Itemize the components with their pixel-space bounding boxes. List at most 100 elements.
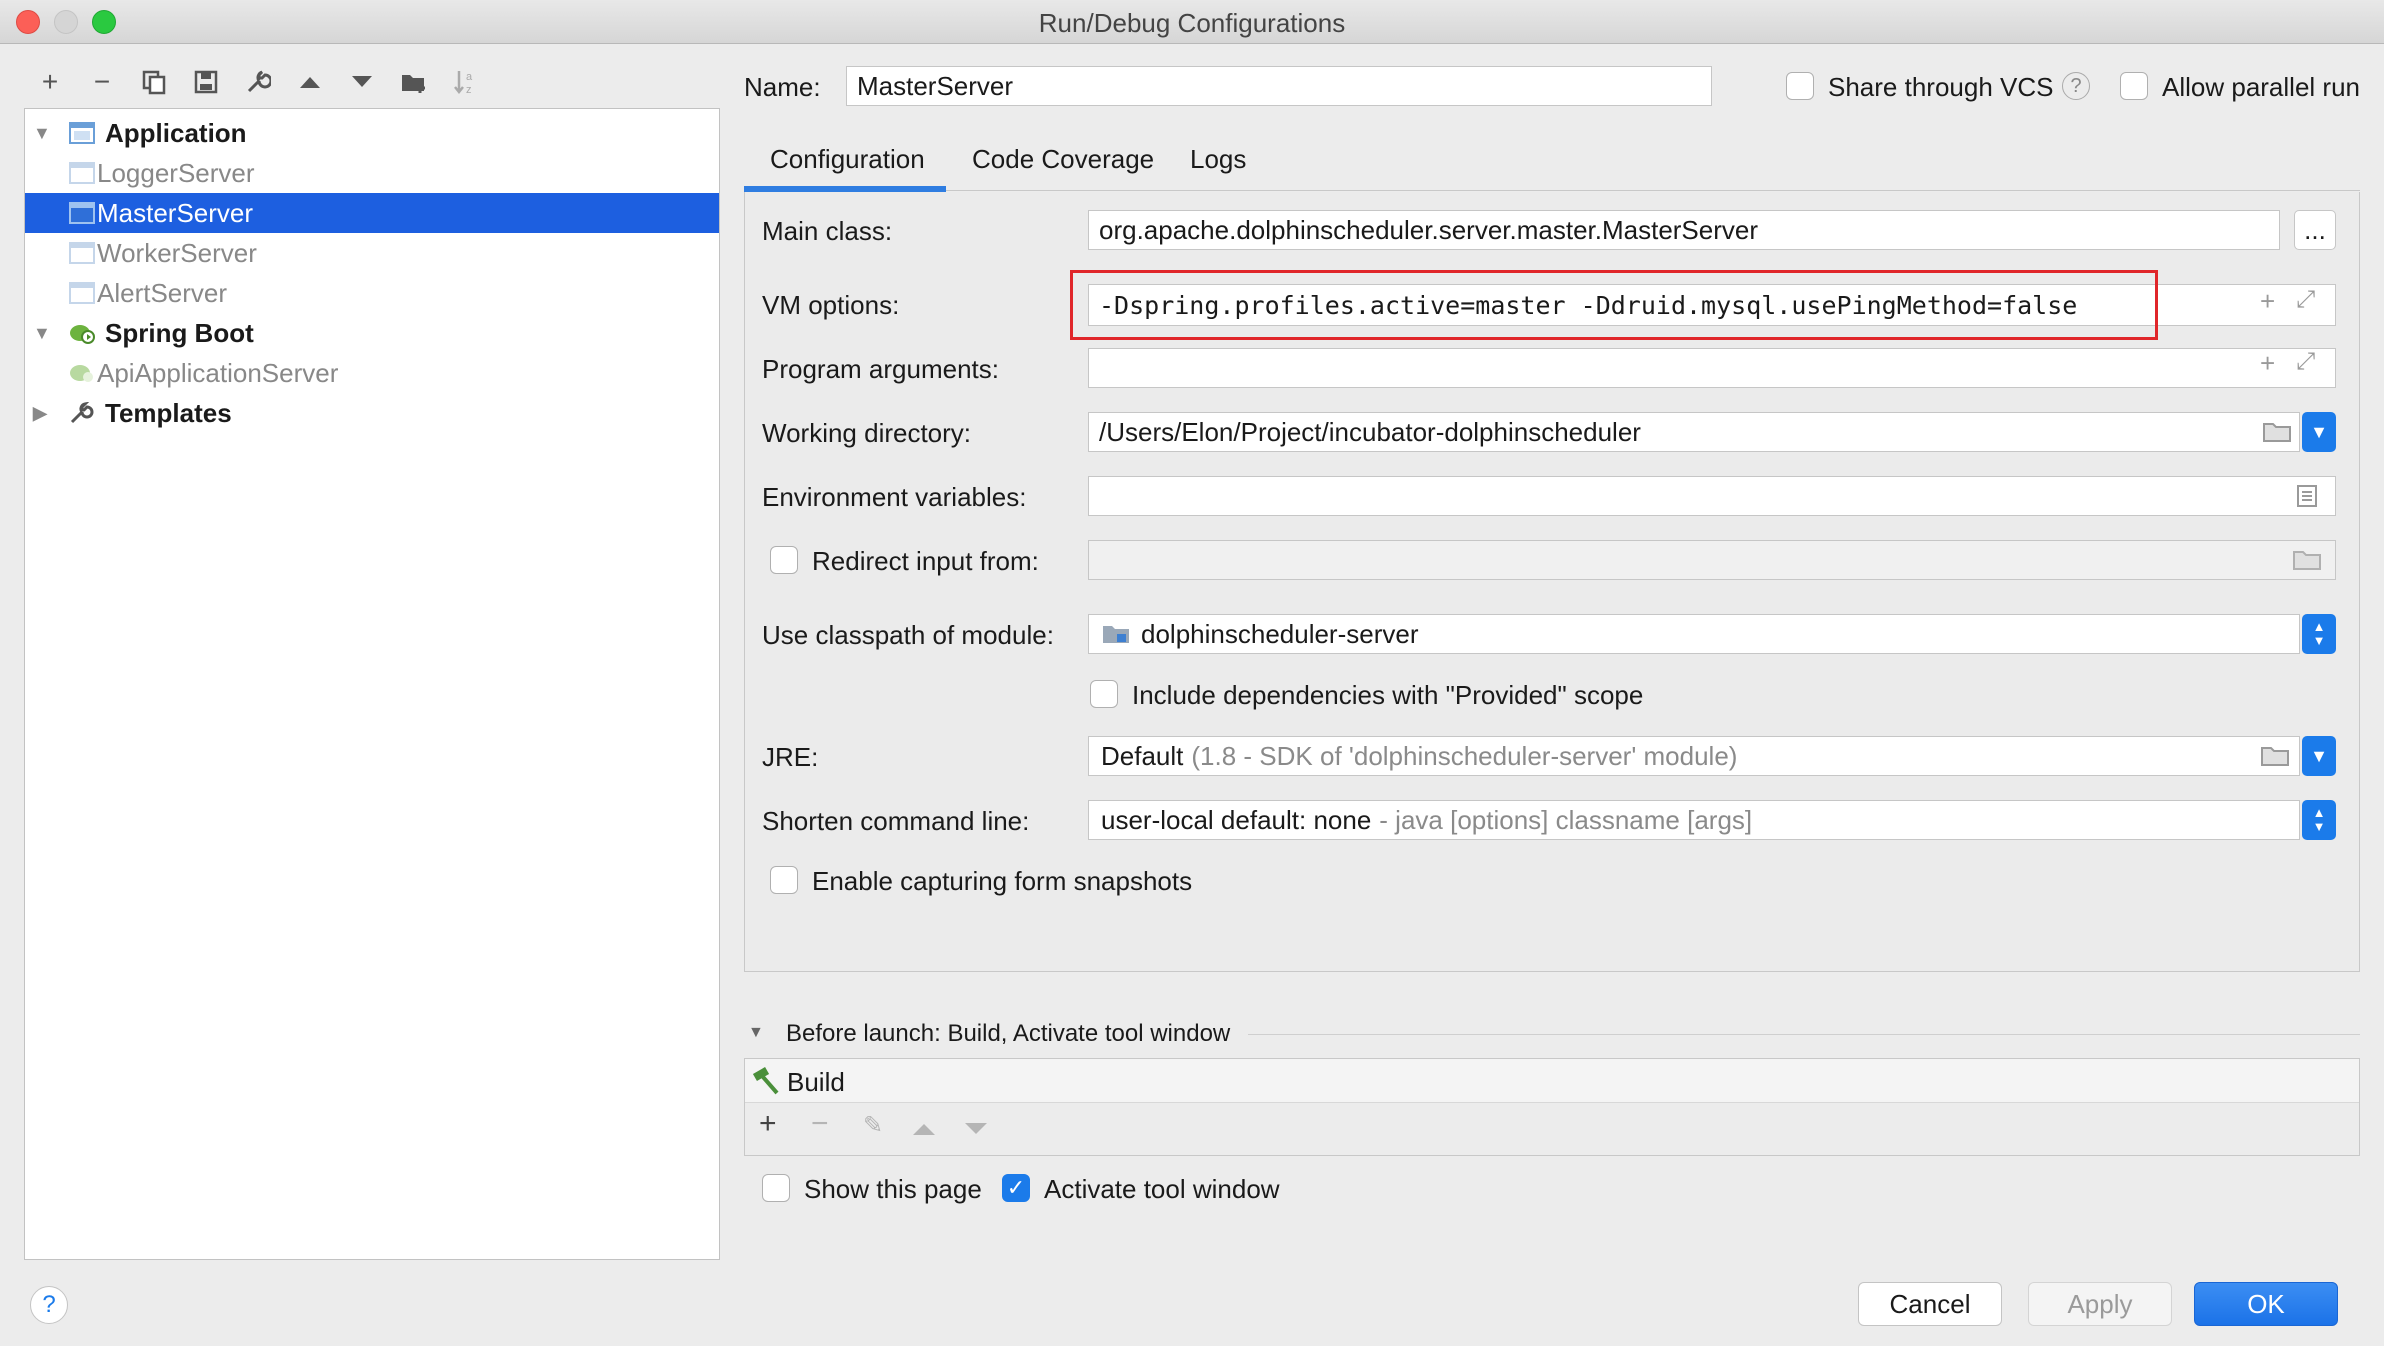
snapshots-checkbox[interactable]: [770, 866, 798, 894]
hammer-icon: [752, 1067, 779, 1095]
program-args-label: Program arguments:: [762, 354, 999, 384]
collapse-arrow-icon[interactable]: ▼: [748, 1024, 764, 1042]
main-class-value: org.apache.dolphinscheduler.server.maste…: [1099, 214, 1759, 245]
classpath-value: dolphinscheduler-server: [1141, 618, 1419, 649]
tab-configuration[interactable]: Configuration: [770, 144, 925, 175]
add-configuration-button[interactable]: +: [32, 64, 68, 100]
edit-templates-button[interactable]: [240, 64, 276, 100]
application-icon: [69, 202, 95, 224]
shorten-select[interactable]: user-local default: none - java [options…: [1088, 800, 2300, 840]
include-deps-label: Include dependencies with "Provided" sco…: [1132, 680, 1644, 710]
chevron-updown-icon: ▲ ▼: [2312, 619, 2326, 648]
share-vcs-checkbox[interactable]: [1786, 72, 1814, 100]
save-configuration-button[interactable]: [188, 64, 224, 100]
spring-boot-icon: [70, 325, 95, 344]
plus-icon[interactable]: +: [759, 1107, 777, 1141]
move-down-button[interactable]: [344, 64, 380, 100]
triangle-up-icon[interactable]: [911, 1119, 937, 1139]
pencil-icon[interactable]: ✎: [863, 1111, 883, 1140]
sort-alpha-icon: az: [454, 71, 473, 96]
allow-parallel-label: Allow parallel run: [2162, 72, 2360, 102]
chevron-down-icon: ▼: [2310, 745, 2328, 766]
folder-icon[interactable]: [2260, 744, 2290, 768]
working-dir-value: /Users/Elon/Project/incubator-dolphinsch…: [1099, 416, 1641, 447]
tree-group-templates[interactable]: ▶ Templates: [25, 393, 719, 433]
chevron-updown-icon: ▲ ▼: [2312, 805, 2326, 834]
ok-button[interactable]: OK: [2194, 1282, 2338, 1326]
activate-tool-window-checkbox[interactable]: ✓: [1002, 1174, 1030, 1202]
expand-arrow-icon[interactable]: ▼: [33, 123, 51, 144]
new-folder-button[interactable]: [396, 64, 432, 100]
collapse-arrow-icon[interactable]: ▶: [33, 403, 47, 424]
classpath-select[interactable]: dolphinscheduler-server: [1088, 614, 2300, 654]
plus-icon: +: [41, 66, 59, 97]
jre-dropdown[interactable]: ▼: [2302, 736, 2336, 776]
tree-item-alertserver[interactable]: AlertServer: [25, 273, 719, 313]
spring-boot-icon: [70, 365, 93, 382]
main-class-input[interactable]: org.apache.dolphinscheduler.server.maste…: [1088, 210, 2280, 250]
list-item-label: Build: [787, 1067, 845, 1097]
expand-arrow-icon[interactable]: ▼: [33, 323, 51, 344]
window-title: Run/Debug Configurations: [1038, 8, 1346, 38]
name-input[interactable]: MasterServer: [846, 66, 1712, 106]
redirect-input-checkbox[interactable]: [770, 546, 798, 574]
remove-configuration-button[interactable]: −: [84, 64, 120, 100]
tree-item-loggerserver[interactable]: LoggerServer: [25, 153, 719, 193]
apply-button[interactable]: Apply: [2028, 1282, 2172, 1326]
svg-text:a: a: [466, 71, 473, 83]
application-icon: [69, 282, 95, 304]
folder-icon: [2293, 551, 2321, 570]
folder-add-icon: [402, 75, 425, 93]
minus-icon: −: [93, 66, 111, 97]
module-folder-icon: [1103, 626, 1129, 643]
highlight-box: [1070, 270, 2158, 340]
tree-item-workerserver[interactable]: WorkerServer: [25, 233, 719, 273]
tree-item-apiapplicationserver[interactable]: ApiApplicationServer: [25, 353, 719, 393]
help-icon[interactable]: ?: [2062, 72, 2090, 100]
move-up-button[interactable]: [292, 64, 328, 100]
apply-label: Apply: [2067, 1288, 2133, 1319]
minus-icon[interactable]: −: [811, 1107, 829, 1141]
working-dir-dropdown[interactable]: ▼: [2302, 412, 2336, 452]
application-icon: [69, 122, 95, 144]
tab-code-coverage[interactable]: Code Coverage: [972, 144, 1154, 175]
expand-icon[interactable]: ⤢: [2296, 286, 2315, 314]
show-page-checkbox[interactable]: [762, 1174, 790, 1202]
plus-icon[interactable]: +: [2260, 286, 2275, 317]
jre-hint: (1.8 - SDK of 'dolphinscheduler-server' …: [1191, 740, 1738, 771]
allow-parallel-checkbox[interactable]: [2120, 72, 2148, 100]
folder-icon[interactable]: [2262, 420, 2292, 444]
include-deps-checkbox[interactable]: [1090, 680, 1118, 708]
env-vars-label: Environment variables:: [762, 482, 1027, 512]
working-dir-input[interactable]: /Users/Elon/Project/incubator-dolphinsch…: [1088, 412, 2300, 452]
working-dir-label: Working directory:: [762, 418, 972, 448]
tab-logs[interactable]: Logs: [1190, 144, 1246, 175]
title-bar: Run/Debug Configurations: [0, 0, 2384, 44]
plus-icon[interactable]: +: [2260, 348, 2275, 379]
classpath-dropdown[interactable]: ▲ ▼: [2302, 614, 2336, 654]
redirect-input-field: [1088, 540, 2336, 580]
cancel-label: Cancel: [1889, 1288, 1971, 1319]
tree-item-masterserver[interactable]: MasterServer: [25, 193, 719, 233]
list-item[interactable]: Build: [745, 1059, 2359, 1103]
cancel-button[interactable]: Cancel: [1858, 1282, 2002, 1326]
shorten-hint: - java [options] classname [args]: [1379, 804, 1753, 835]
program-args-input[interactable]: [1088, 348, 2336, 388]
main-class-label: Main class:: [762, 216, 893, 246]
sort-button[interactable]: az: [448, 64, 484, 100]
configuration-tree[interactable]: ▼ Application LoggerServer MasterServer …: [24, 108, 720, 1260]
copy-configuration-button[interactable]: [136, 64, 172, 100]
expand-icon[interactable]: ⤢: [2296, 348, 2315, 376]
jre-select[interactable]: Default (1.8 - SDK of 'dolphinscheduler-…: [1088, 736, 2300, 776]
help-button[interactable]: ?: [30, 1286, 68, 1324]
browse-main-class-button[interactable]: ...: [2294, 210, 2336, 250]
triangle-down-icon[interactable]: [963, 1119, 989, 1139]
checkmark-icon: ✓: [1006, 1175, 1026, 1200]
document-icon[interactable]: [2296, 484, 2318, 508]
shorten-label: Shorten command line:: [762, 806, 1030, 836]
tree-group-spring-boot[interactable]: ▼ Spring Boot: [25, 313, 719, 353]
env-vars-input[interactable]: [1088, 476, 2336, 516]
triangle-up-icon: [300, 77, 320, 88]
tree-group-application[interactable]: ▼ Application: [25, 113, 719, 153]
shorten-dropdown[interactable]: ▲ ▼: [2302, 800, 2336, 840]
